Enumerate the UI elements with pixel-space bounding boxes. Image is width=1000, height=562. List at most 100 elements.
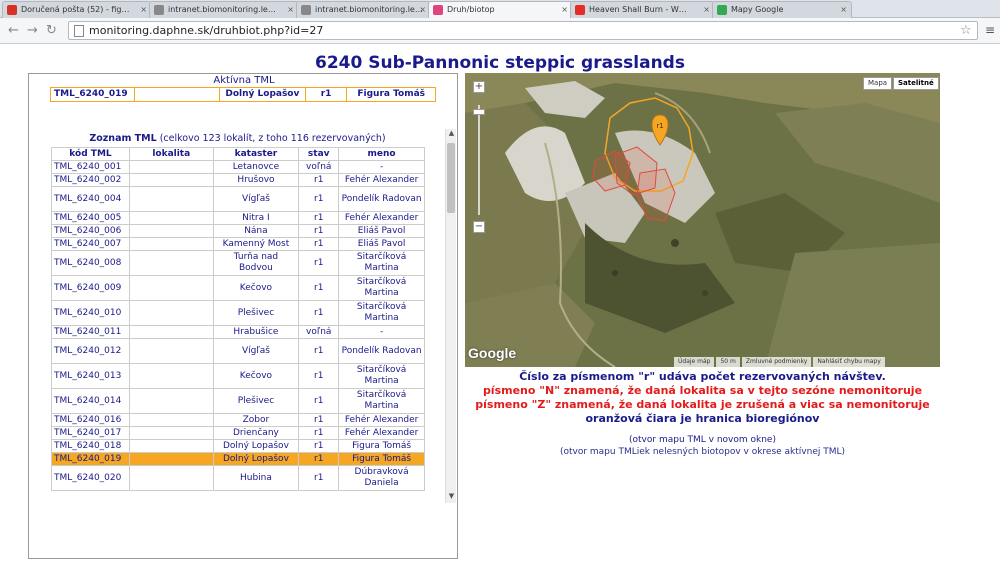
cell-meno: Fehér Alexander: [338, 426, 425, 440]
table-row[interactable]: TML_6240_007 Kamenný Most r1 Eliáš Pavol: [51, 237, 425, 251]
close-tab-icon[interactable]: ×: [703, 5, 710, 14]
table-row[interactable]: TML_6240_009 Kečovo r1 Sitarčíková Martina: [51, 275, 425, 301]
zoom-control: + −: [473, 81, 486, 233]
browser-tab[interactable]: Mapy Google ×: [712, 1, 852, 18]
cell-meno: Sitarčíková Martina: [338, 363, 425, 389]
browser-tab[interactable]: Heaven Shall Burn - W… ×: [570, 1, 715, 18]
close-tab-icon[interactable]: ×: [840, 5, 847, 14]
cell-code[interactable]: TML_6240_010: [51, 300, 130, 326]
menu-icon[interactable]: ≡: [985, 23, 995, 37]
zoom-slider-track[interactable]: [478, 105, 480, 215]
table-row[interactable]: TML_6240_010 Plešivec r1 Sitarčíková Martin…: [51, 300, 425, 326]
cell-code[interactable]: TML_6240_011: [51, 325, 130, 339]
reload-icon[interactable]: ↻: [46, 23, 57, 38]
open-district-map-link[interactable]: (otvor mapu TMLiek nelesných biotopov v …: [560, 447, 845, 457]
browser-tab[interactable]: Druh/biotop ×: [428, 1, 573, 19]
zoom-slider-handle[interactable]: [473, 109, 485, 115]
table-row[interactable]: TML_6240_019 Dolný Lopašov r1 Figura Tomáš: [51, 452, 425, 466]
cell-code[interactable]: TML_6240_013: [51, 363, 130, 389]
scroll-thumb[interactable]: [447, 143, 455, 213]
report-error-link[interactable]: Nahlásiť chybu mapy: [813, 357, 885, 367]
table-row[interactable]: TML_6240_016 Zobor r1 Fehér Alexander: [51, 413, 425, 427]
scroll-up-arrow-icon[interactable]: ▲: [446, 129, 457, 140]
forward-arrow-icon[interactable]: →: [27, 23, 38, 38]
bookmark-star-icon[interactable]: ☆: [960, 23, 972, 38]
cell-code[interactable]: TML_6240_006: [51, 224, 130, 238]
cell-lokalita: [128, 237, 214, 251]
cell-lokalita: [128, 338, 214, 364]
list-scrollbar[interactable]: ▲ ▼: [445, 129, 456, 503]
browser-toolbar: ← → ↻ monitoring.daphne.sk/druhbiot.php?…: [0, 18, 1000, 44]
cell-lokalita: [128, 413, 214, 427]
cell-code[interactable]: TML_6240_005: [51, 211, 130, 225]
cell-kataster: Letanovce: [212, 160, 300, 174]
map-data-link[interactable]: Údaje máp: [674, 357, 715, 367]
map-scale: 50 m: [716, 357, 740, 367]
browser-tab[interactable]: intranet.biomonitoring.le… ×: [296, 1, 431, 18]
cell-lokalita: [128, 250, 214, 276]
cell-meno: Figura Tomáš: [338, 439, 425, 453]
table-row[interactable]: TML_6240_002 Hrušovo r1 Fehér Alexander: [51, 173, 425, 187]
list-title: Zoznam TML (celkovo 123 lokalít, z toho …: [29, 133, 446, 144]
map-links: (otvor mapu TML v novom okne) (otvor map…: [465, 434, 940, 458]
legend-line-1: Číslo za písmenom "r" udáva počet rezerv…: [519, 370, 886, 383]
cell-code[interactable]: TML_6240_019: [51, 452, 130, 466]
page-content: 6240 Sub-Pannonic steppic grasslands Akt…: [0, 44, 1000, 562]
cell-code[interactable]: TML_6240_014: [51, 388, 130, 414]
tab-label: intranet.biomonitoring.le…: [315, 5, 423, 14]
cell-code[interactable]: TML_6240_016: [51, 413, 130, 427]
scroll-down-arrow-icon[interactable]: ▼: [446, 492, 457, 503]
cell-code[interactable]: TML_6240_008: [51, 250, 130, 276]
map-type-map-button[interactable]: Mapa: [863, 77, 893, 90]
browser-tab[interactable]: intranet.biomonitoring.le… ×: [149, 1, 299, 18]
table-row[interactable]: TML_6240_004 Vígľaš r1 Pondelík Radovan: [51, 186, 425, 212]
cell-stav: r1: [298, 426, 340, 440]
tab-bar: Doručená pošta (52) - fig… × intranet.biom…: [0, 0, 1000, 19]
open-map-new-window-link[interactable]: (otvor mapu TML v novom okne): [629, 435, 776, 445]
table-row[interactable]: TML_6240_018 Dolný Lopašov r1 Figura Tomáš: [51, 439, 425, 453]
zoom-out-button[interactable]: −: [473, 221, 485, 233]
legend-line-2: písmeno "N" znamená, že daná lokalita sa…: [482, 384, 923, 397]
cell-stav: r1: [298, 413, 340, 427]
close-tab-icon[interactable]: ×: [287, 5, 294, 14]
cell-stav: r1: [298, 250, 340, 276]
zoom-in-button[interactable]: +: [473, 81, 485, 93]
address-bar[interactable]: monitoring.daphne.sk/druhbiot.php?id=27: [68, 21, 978, 40]
cell-code[interactable]: TML_6240_004: [51, 186, 130, 212]
close-tab-icon[interactable]: ×: [140, 5, 147, 14]
cell-code[interactable]: TML_6240_020: [51, 465, 130, 491]
table-row[interactable]: TML_6240_012 Vígľaš r1 Pondelík Radovan: [51, 338, 425, 364]
cell-stav: r1: [298, 388, 340, 414]
satellite-map[interactable]: r1 Mapa Satelitné + − Google Údaje máp 5…: [465, 73, 940, 367]
cell-code[interactable]: TML_6240_007: [51, 237, 130, 251]
cell-stav: r1: [298, 452, 340, 466]
close-tab-icon[interactable]: ×: [561, 5, 568, 14]
legend-line-4: oranžová čiara je hranica bioregiónov: [585, 412, 820, 425]
table-row[interactable]: TML_6240_017 Drienčany r1 Fehér Alexander: [51, 426, 425, 440]
cell-code[interactable]: TML_6240_018: [51, 439, 130, 453]
table-row[interactable]: TML_6240_008 Turňa nad Bodvou r1 Sitarčíkov…: [51, 250, 425, 276]
cell-code[interactable]: TML_6240_009: [51, 275, 130, 301]
map-type-satellite-button[interactable]: Satelitné: [893, 77, 939, 90]
cell-meno: Eliáš Pavol: [338, 224, 425, 238]
tml-list-scroll[interactable]: Zoznam TML (celkovo 123 lokalít, z toho …: [29, 129, 457, 503]
browser-tab[interactable]: Doručená pošta (52) - fig… ×: [2, 1, 152, 18]
cell-meno: Fehér Alexander: [338, 173, 425, 187]
table-row[interactable]: TML_6240_013 Kečovo r1 Sitarčíková Martina: [51, 363, 425, 389]
cell-meno: Dúbravková Daniela: [338, 465, 425, 491]
tab-label: Heaven Shall Burn - W…: [589, 5, 687, 14]
table-row[interactable]: TML_6240_014 Plešivec r1 Sitarčíková Martin…: [51, 388, 425, 414]
table-row[interactable]: TML_6240_005 Nitra Ir1 Fehér Alexander: [51, 211, 425, 225]
cell-code[interactable]: TML_6240_012: [51, 338, 130, 364]
back-arrow-icon[interactable]: ←: [8, 23, 19, 38]
cell-code[interactable]: TML_6240_017: [51, 426, 130, 440]
table-row[interactable]: TML_6240_011 Hrabušice voľná -: [51, 325, 425, 339]
terms-link[interactable]: Zmluvné podmienky: [741, 357, 812, 367]
table-row[interactable]: TML_6240_020 Hubina r1 Dúbravková Daniela: [51, 465, 425, 491]
cell-code[interactable]: TML_6240_001: [51, 160, 130, 174]
table-row[interactable]: TML_6240_006 Nána r1 Eliáš Pavol: [51, 224, 425, 238]
cell-code[interactable]: TML_6240_002: [51, 173, 130, 187]
close-tab-icon[interactable]: ×: [419, 5, 426, 14]
cell-meno: Sitarčíková Martina: [338, 388, 425, 414]
table-row[interactable]: TML_6240_001 Letanovce voľná -: [51, 160, 425, 174]
